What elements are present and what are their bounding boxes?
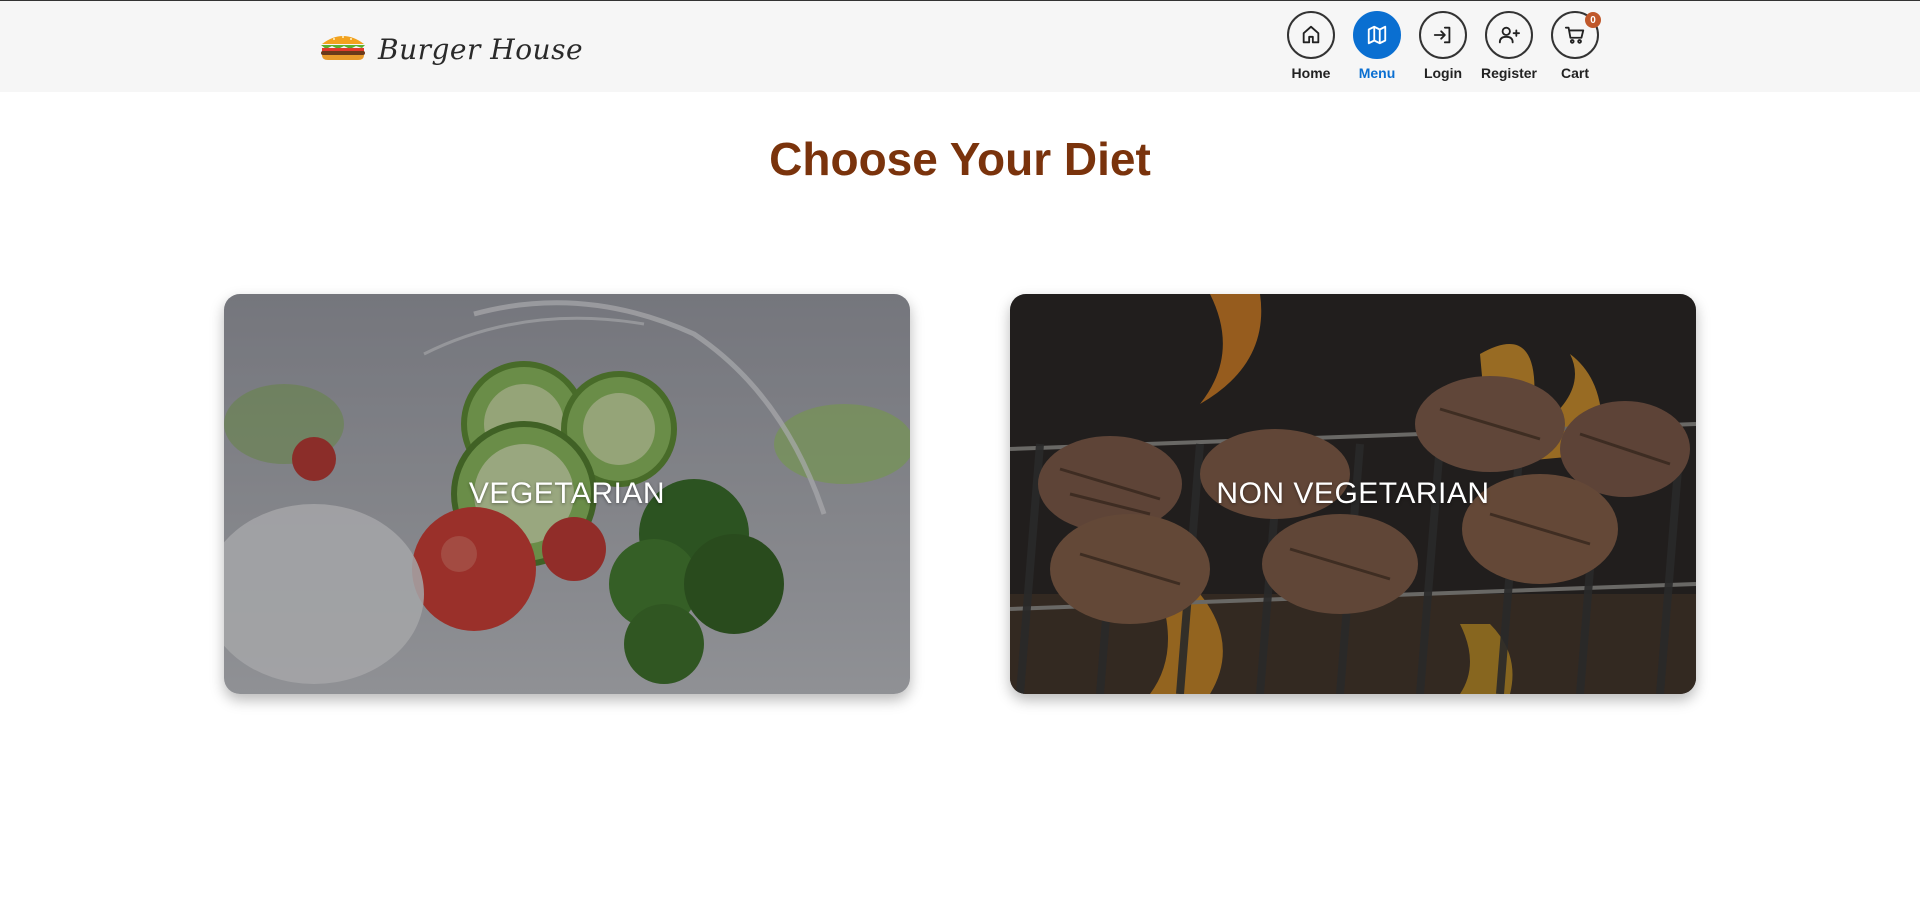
page-title: Choose Your Diet <box>769 133 1151 185</box>
nav-login[interactable]: Login <box>1418 11 1468 81</box>
nav-menu-label: Menu <box>1358 65 1396 81</box>
nav-home-label: Home <box>1291 65 1331 81</box>
non-vegetarian-card[interactable]: NON VEGETARIAN <box>1010 294 1696 694</box>
home-icon <box>1287 11 1335 59</box>
nav-cart[interactable]: 0 Cart <box>1550 11 1601 81</box>
nav-cart-label: Cart <box>1560 65 1589 81</box>
burger-logo-icon <box>318 32 368 67</box>
login-icon <box>1419 11 1467 59</box>
non-vegetarian-label: NON VEGETARIAN <box>1216 477 1490 510</box>
user-plus-icon <box>1485 11 1533 59</box>
cart-count-badge: 0 <box>1585 12 1601 28</box>
nav-home[interactable]: Home <box>1286 11 1336 81</box>
nav-menu[interactable]: Menu <box>1352 11 1402 81</box>
brand-link[interactable]: Burger House <box>318 29 583 69</box>
brand-name: Burger House <box>378 32 584 66</box>
main-nav: Home Menu Login Register 0 Cart <box>1286 11 1601 81</box>
nav-register-label: Register <box>1480 65 1538 81</box>
nav-login-label: Login <box>1423 65 1463 81</box>
map-icon <box>1353 11 1401 59</box>
vegetarian-label: VEGETARIAN <box>468 477 666 510</box>
site-header: Burger House Home Menu Login Register 0 … <box>0 1 1920 92</box>
vegetarian-card[interactable]: VEGETARIAN <box>224 294 910 694</box>
nav-register[interactable]: Register <box>1480 11 1538 81</box>
